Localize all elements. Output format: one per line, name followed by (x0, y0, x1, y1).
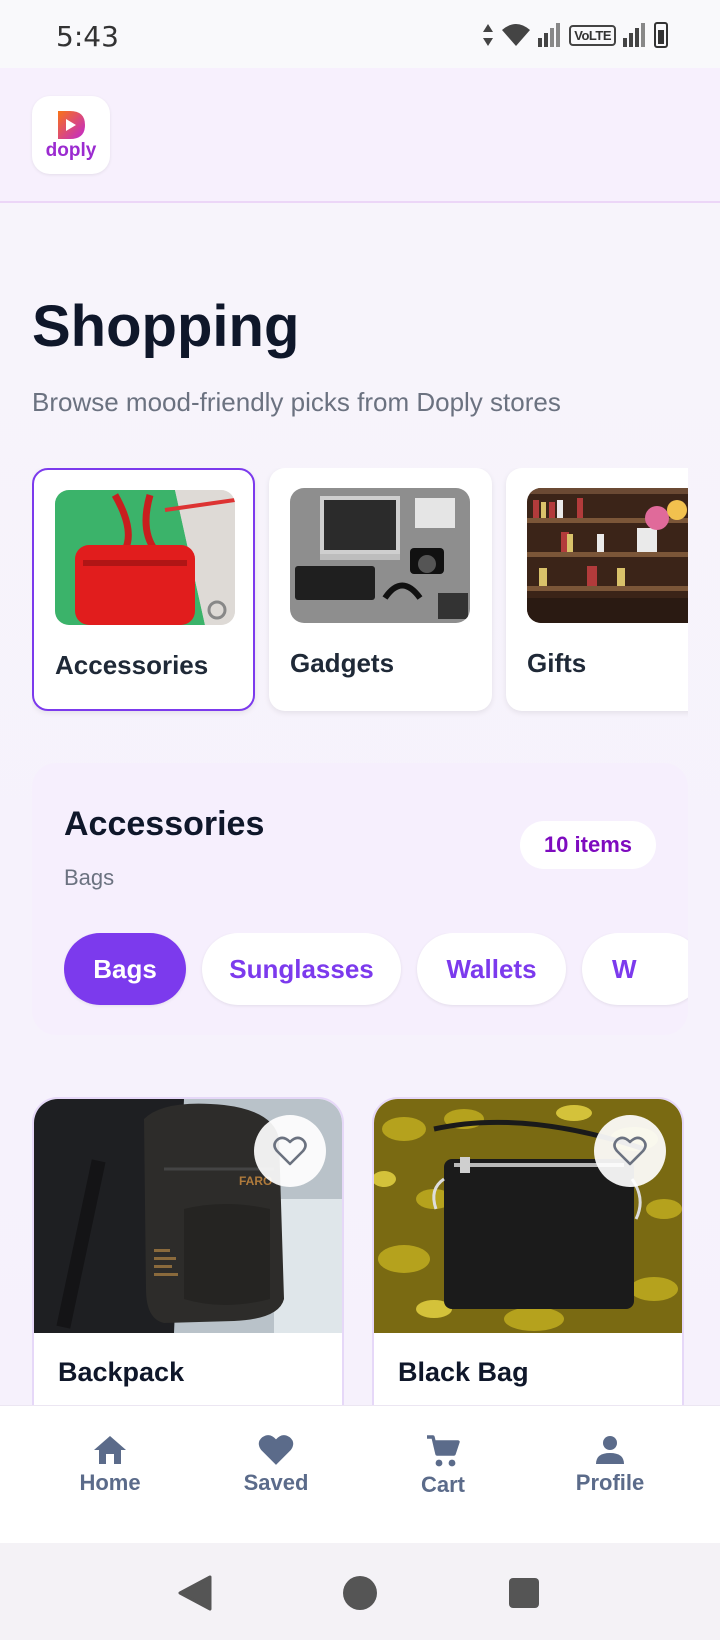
app-logo[interactable]: doply (32, 96, 110, 174)
heart-icon (258, 1435, 294, 1465)
category-card-gifts[interactable]: Gifts (506, 468, 688, 711)
category-card-accessories[interactable]: Accessories (32, 468, 255, 711)
wifi-icon (502, 24, 531, 46)
panel-subtitle: Bags (64, 865, 115, 890)
home-icon (94, 1436, 126, 1464)
heart-outline-icon (273, 1136, 307, 1166)
category-label: Gifts (527, 648, 587, 678)
battery-icon (654, 22, 668, 48)
person-icon (596, 1436, 624, 1464)
favorite-button[interactable] (594, 1115, 666, 1187)
volte-badge: VoLTE (569, 24, 616, 46)
category-card-gadgets[interactable]: Gadgets (269, 468, 492, 711)
product-name: Black Bag (398, 1357, 529, 1387)
product-name: Backpack (58, 1357, 185, 1387)
signal-icon (538, 23, 561, 47)
category-label: Accessories (55, 650, 209, 680)
nav-label: Cart (420, 1472, 465, 1497)
cart-icon (427, 1435, 460, 1467)
nav-item-home[interactable]: Home (50, 1434, 170, 1496)
page-title: Shopping (32, 294, 300, 359)
recents-icon[interactable] (508, 1577, 540, 1609)
nav-label: Saved (243, 1470, 309, 1495)
nav-item-cart[interactable]: Cart (383, 1434, 503, 1498)
chip-wallets[interactable]: Wallets (417, 933, 566, 1005)
data-arrows-icon (483, 24, 494, 46)
nav-label: Home (79, 1470, 141, 1495)
subcategory-chips[interactable]: Bags Sunglasses Wallets W (64, 933, 688, 1013)
category-image-gadgets (290, 488, 470, 623)
nav-item-saved[interactable]: Saved (216, 1434, 336, 1496)
main-content[interactable]: Shopping Browse mood-friendly picks from… (0, 205, 720, 1405)
category-image-gifts (527, 488, 688, 623)
signal-icon-2 (623, 23, 645, 47)
category-carousel[interactable]: Accessories Gadgets Gifts (32, 468, 688, 718)
back-icon[interactable] (178, 1575, 212, 1611)
chip-sunglasses[interactable]: Sunglasses (202, 933, 401, 1005)
product-card-backpack[interactable]: FARO Backpack (32, 1097, 344, 1405)
app-header: doply (0, 68, 720, 203)
chip-w[interactable]: W (582, 933, 688, 1005)
page-subtitle: Browse mood-friendly picks from Doply st… (32, 387, 561, 417)
category-image-accessories (55, 490, 235, 625)
heart-outline-icon (613, 1136, 647, 1166)
chip-bags[interactable]: Bags (64, 933, 186, 1005)
status-time: 5:43 (56, 20, 119, 53)
logo-text: doply (45, 140, 97, 161)
nav-item-profile[interactable]: Profile (550, 1434, 670, 1496)
status-bar: 5:43 VoLTE (0, 0, 720, 68)
panel-title: Accessories (64, 805, 265, 843)
item-count-badge: 10 items (519, 821, 656, 869)
system-nav-bar (0, 1543, 720, 1640)
status-icons: VoLTE (481, 22, 668, 48)
home-circle-icon[interactable] (342, 1575, 378, 1611)
category-label: Gadgets (290, 648, 395, 678)
bottom-nav: Home Saved Cart Profile (0, 1405, 720, 1543)
favorite-button[interactable] (254, 1115, 326, 1187)
logo-mark-icon (58, 111, 85, 139)
nav-label: Profile (575, 1470, 645, 1495)
subcategory-panel: Accessories Bags 10 items Bags Sunglasse… (32, 763, 688, 1035)
product-card-black-bag[interactable]: Black Bag (372, 1097, 684, 1405)
